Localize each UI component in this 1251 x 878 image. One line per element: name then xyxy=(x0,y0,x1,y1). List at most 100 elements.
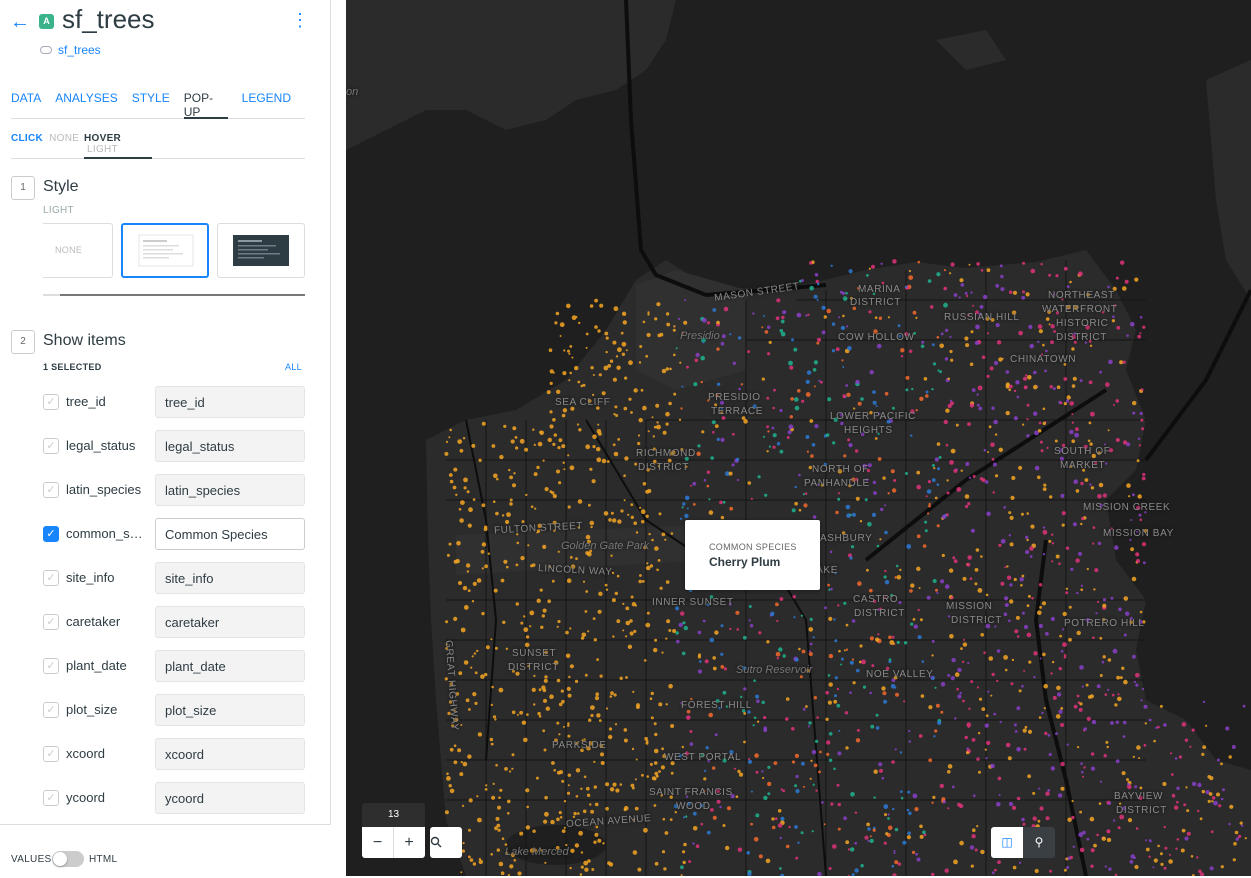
tree-point[interactable] xyxy=(513,472,516,475)
tree-point[interactable] xyxy=(908,729,911,733)
tree-point[interactable] xyxy=(559,816,563,819)
tree-point[interactable] xyxy=(919,824,923,829)
tree-point[interactable] xyxy=(574,679,579,684)
tree-point[interactable] xyxy=(584,673,588,677)
tree-point[interactable] xyxy=(457,748,462,753)
tree-point[interactable] xyxy=(803,503,808,508)
tree-point[interactable] xyxy=(812,636,815,639)
tree-point[interactable] xyxy=(1114,703,1118,707)
tree-point[interactable] xyxy=(712,666,717,671)
tree-point[interactable] xyxy=(833,699,838,704)
tree-point[interactable] xyxy=(894,686,897,689)
tree-point[interactable] xyxy=(1113,404,1115,406)
tree-point[interactable] xyxy=(862,685,867,689)
tree-point[interactable] xyxy=(776,657,779,660)
tree-point[interactable] xyxy=(976,262,980,266)
tree-point[interactable] xyxy=(472,498,476,501)
tree-point[interactable] xyxy=(490,703,493,707)
tree-point[interactable] xyxy=(566,686,571,692)
tree-point[interactable] xyxy=(647,430,650,433)
tree-point[interactable] xyxy=(1031,597,1034,600)
back-arrow-icon[interactable]: ← xyxy=(10,12,30,32)
tree-point[interactable] xyxy=(908,811,912,816)
tree-point[interactable] xyxy=(692,826,698,831)
tree-point[interactable] xyxy=(1079,847,1085,853)
tree-point[interactable] xyxy=(945,443,949,447)
tree-point[interactable] xyxy=(981,707,986,711)
tree-point[interactable] xyxy=(805,379,810,384)
tree-point[interactable] xyxy=(1184,836,1189,841)
tree-point[interactable] xyxy=(666,619,671,624)
tree-point[interactable] xyxy=(1176,800,1179,804)
tree-point[interactable] xyxy=(1023,669,1026,672)
tree-point[interactable] xyxy=(467,523,472,528)
tree-point[interactable] xyxy=(849,513,852,516)
tree-point[interactable] xyxy=(1222,788,1225,792)
tree-point[interactable] xyxy=(871,664,875,668)
tree-point[interactable] xyxy=(767,325,771,329)
tree-point[interactable] xyxy=(977,588,983,593)
tree-point[interactable] xyxy=(697,655,701,659)
tree-point[interactable] xyxy=(1026,418,1029,421)
tree-point[interactable] xyxy=(492,500,496,504)
tree-point[interactable] xyxy=(831,349,835,353)
tree-point[interactable] xyxy=(984,480,989,484)
tree-point[interactable] xyxy=(808,627,814,632)
tree-point[interactable] xyxy=(747,481,752,485)
tree-point[interactable] xyxy=(448,542,452,546)
tree-point[interactable] xyxy=(832,441,836,445)
tree-point[interactable] xyxy=(453,760,458,765)
tree-point[interactable] xyxy=(1096,833,1099,837)
tree-point[interactable] xyxy=(509,498,513,502)
tree-point[interactable] xyxy=(859,520,863,523)
tree-point[interactable] xyxy=(995,323,1000,328)
tree-point[interactable] xyxy=(873,769,878,774)
tree-point[interactable] xyxy=(880,507,884,512)
tree-point[interactable] xyxy=(888,635,892,640)
tree-point[interactable] xyxy=(592,434,597,440)
tree-point[interactable] xyxy=(980,849,985,855)
tree-point[interactable] xyxy=(764,330,769,334)
tree-point[interactable] xyxy=(681,651,686,656)
tree-point[interactable] xyxy=(1142,687,1145,691)
tree-point[interactable] xyxy=(653,761,658,765)
tree-point[interactable] xyxy=(658,770,661,773)
tree-point[interactable] xyxy=(470,666,473,669)
tree-point[interactable] xyxy=(523,737,528,743)
tree-point[interactable] xyxy=(1008,801,1014,807)
tree-point[interactable] xyxy=(593,760,596,764)
tree-point[interactable] xyxy=(801,761,805,766)
tree-point[interactable] xyxy=(910,434,913,437)
tree-point[interactable] xyxy=(1142,325,1146,329)
tree-point[interactable] xyxy=(689,730,693,733)
tree-point[interactable] xyxy=(810,759,813,762)
tree-point[interactable] xyxy=(1021,574,1025,578)
tree-point[interactable] xyxy=(600,761,605,765)
tree-point[interactable] xyxy=(1052,387,1056,391)
tree-point[interactable] xyxy=(782,654,786,658)
tree-point[interactable] xyxy=(880,262,883,265)
tree-point[interactable] xyxy=(648,532,651,536)
tree-point[interactable] xyxy=(612,782,617,787)
tree-point[interactable] xyxy=(870,724,875,729)
tree-point[interactable] xyxy=(984,748,987,751)
tree-point[interactable] xyxy=(552,418,556,422)
tree-point[interactable] xyxy=(490,853,493,856)
tree-point[interactable] xyxy=(651,538,654,542)
tree-point[interactable] xyxy=(1078,551,1082,556)
tree-point[interactable] xyxy=(750,497,753,500)
tree-point[interactable] xyxy=(644,736,648,741)
tree-point[interactable] xyxy=(794,784,798,788)
tree-point[interactable] xyxy=(616,619,621,624)
tree-point[interactable] xyxy=(490,638,493,641)
tree-point[interactable] xyxy=(791,760,796,764)
tree-point[interactable] xyxy=(1026,403,1030,407)
tree-point[interactable] xyxy=(444,451,449,456)
tree-point[interactable] xyxy=(1163,723,1167,727)
tree-point[interactable] xyxy=(1184,738,1189,742)
tree-point[interactable] xyxy=(1098,482,1104,488)
tree-point[interactable] xyxy=(779,867,782,870)
tree-point[interactable] xyxy=(709,637,715,643)
tree-point[interactable] xyxy=(669,367,672,371)
tree-point[interactable] xyxy=(556,678,561,683)
